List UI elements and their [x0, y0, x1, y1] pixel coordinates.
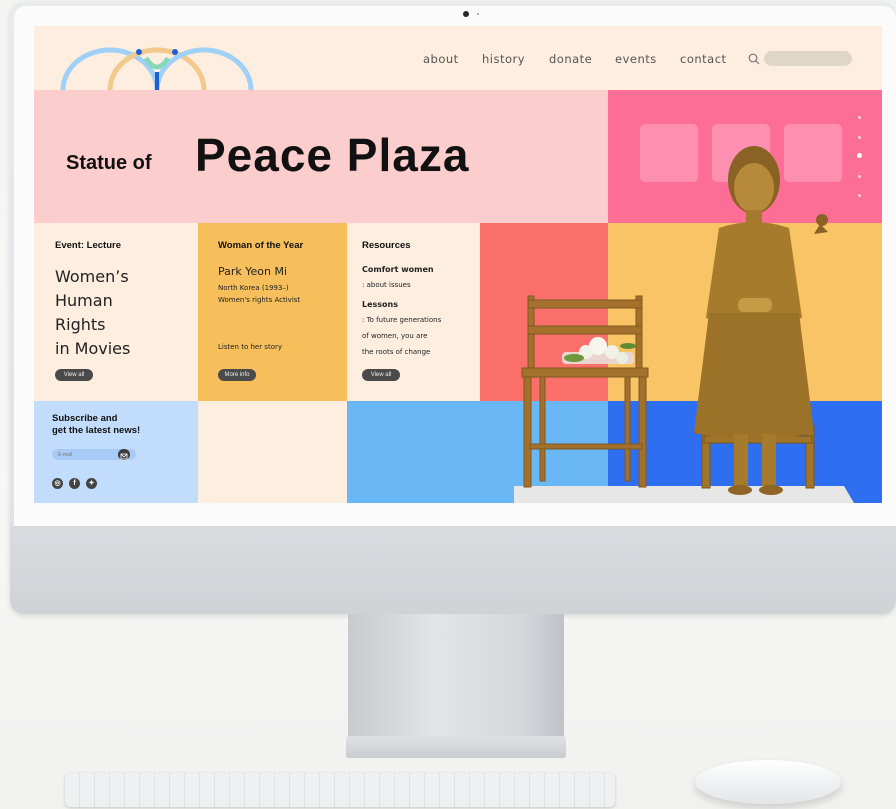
resource-lessons-sub: : To future generations — [362, 316, 442, 324]
resource-comfort-women[interactable]: Comfort women — [362, 265, 434, 274]
hero-title-large: Peace Plaza — [195, 129, 470, 181]
more-info-button[interactable]: More info — [218, 369, 256, 381]
event-title-line: in Movies — [55, 339, 131, 358]
event-title-line: Women’s — [55, 267, 129, 286]
event-title-line: Human — [55, 291, 113, 310]
woman-of-year-card: Woman of the Year Park Yeon Mi North Kor… — [198, 223, 347, 401]
event-title-line: Rights — [55, 315, 106, 334]
resources-heading: Resources — [362, 240, 411, 251]
monitor-stand-base — [346, 736, 566, 758]
statue-photo — [514, 146, 854, 503]
carousel-dot[interactable] — [858, 175, 861, 178]
monitor-chin — [10, 526, 896, 614]
resource-lessons-sub: the roots of change — [362, 348, 431, 356]
site-logo[interactable] — [58, 36, 258, 90]
twitter-icon[interactable]: ✦ — [86, 478, 97, 489]
event-heading: Event: Lecture — [55, 240, 121, 251]
carousel-dot-active[interactable] — [857, 153, 862, 158]
mail-icon[interactable] — [118, 449, 130, 460]
woman-name: Park Yeon Mi — [218, 265, 288, 278]
site-header: about history donate events contact — [34, 26, 882, 90]
view-all-button[interactable]: View all — [55, 369, 93, 381]
nav-donate[interactable]: donate — [549, 52, 592, 66]
carousel-dot[interactable] — [858, 116, 861, 119]
subscribe-heading-1: Subscribe and — [52, 413, 118, 424]
keyboard — [65, 773, 615, 807]
view-all-button[interactable]: View all — [362, 369, 400, 381]
nav-contact[interactable]: contact — [680, 52, 727, 66]
search-icon[interactable] — [748, 53, 760, 65]
resources-card: Resources Comfort women : about issues L… — [347, 223, 480, 401]
listen-story-link[interactable]: Listen to her story — [218, 343, 282, 351]
woman-origin: North Korea (1993–) — [218, 284, 289, 292]
search-input[interactable] — [764, 51, 852, 66]
hero-title-small: Statue of — [66, 152, 152, 174]
woman-role: Women's rights Activist — [218, 296, 301, 304]
resource-lessons-sub: of women, you are — [362, 332, 428, 340]
resource-lessons[interactable]: Lessons — [362, 300, 398, 309]
mouse — [695, 760, 841, 804]
subscribe-heading-2: get the latest news! — [52, 425, 141, 436]
camera-sensor — [477, 13, 479, 15]
color-block-cream — [198, 401, 347, 503]
event-card: Event: Lecture Women’s Human Rights in M… — [34, 223, 198, 401]
website-screen: about history donate events contact Stat… — [34, 26, 882, 503]
woman-heading: Woman of the Year — [218, 240, 304, 251]
carousel-dot[interactable] — [858, 136, 861, 139]
instagram-icon[interactable]: ◎ — [52, 478, 63, 489]
resource-comfort-women-sub: : about issues — [362, 281, 411, 289]
event-title: Women’s Human Rights in Movies — [55, 265, 130, 361]
subscribe-card: Subscribe and get the latest news! ◎ f ✦ — [34, 401, 198, 503]
carousel-dot[interactable] — [858, 194, 861, 197]
camera-icon — [463, 11, 469, 17]
monitor-stand — [348, 614, 564, 744]
facebook-icon[interactable]: f — [69, 478, 80, 489]
nav-about[interactable]: about — [423, 52, 459, 66]
nav-events[interactable]: events — [615, 52, 657, 66]
nav-history[interactable]: history — [482, 52, 525, 66]
